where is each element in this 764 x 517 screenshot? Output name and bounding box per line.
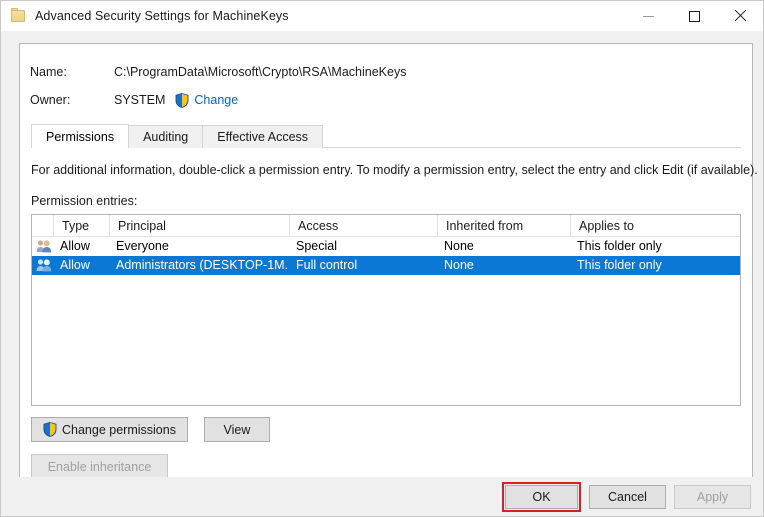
list-header-row: Type Principal Access Inherited from App… [32, 215, 740, 237]
column-header-icon[interactable] [32, 215, 54, 237]
cell-principal: Administrators (DESKTOP-1M... [108, 256, 288, 275]
folder-icon [11, 8, 27, 24]
column-header-principal[interactable]: Principal [110, 215, 290, 237]
tab-strip: Permissions Auditing Effective Access [20, 124, 752, 148]
ok-button-highlight: OK [502, 482, 581, 512]
owner-value: SYSTEM [114, 93, 165, 107]
title-bar: Advanced Security Settings for MachineKe… [1, 1, 763, 31]
ok-button[interactable]: OK [505, 485, 578, 509]
column-header-inherited-from[interactable]: Inherited from [438, 215, 571, 237]
view-button[interactable]: View [204, 417, 270, 442]
cell-type: Allow [52, 256, 108, 275]
cancel-button[interactable]: Cancel [589, 485, 666, 509]
users-group-icon [36, 239, 52, 254]
uac-shield-icon [175, 93, 189, 108]
change-permissions-label: Change permissions [62, 423, 176, 437]
cell-inherited-from: None [436, 237, 569, 256]
info-text: For additional information, double-click… [31, 163, 741, 177]
table-row[interactable]: Allow Administrators (DESKTOP-1M... Full… [32, 256, 740, 275]
name-label: Name: [30, 65, 114, 79]
maximize-icon[interactable] [671, 1, 717, 31]
column-header-applies-to[interactable]: Applies to [571, 215, 741, 237]
permission-entries-label: Permission entries: [31, 194, 741, 208]
content-panel: Name: C:\ProgramData\Microsoft\Crypto\RS… [19, 43, 753, 479]
cell-access: Special [288, 237, 436, 256]
enable-inheritance-button[interactable]: Enable inheritance [31, 454, 168, 479]
close-icon[interactable] [717, 1, 763, 31]
permissions-tab-panel: For additional information, double-click… [20, 163, 752, 479]
name-value: C:\ProgramData\Microsoft\Crypto\RSA\Mach… [114, 65, 406, 79]
owner-label: Owner: [30, 93, 114, 107]
column-header-access[interactable]: Access [290, 215, 438, 237]
name-field-row: Name: C:\ProgramData\Microsoft\Crypto\RS… [30, 62, 752, 82]
advanced-security-settings-dialog: Advanced Security Settings for MachineKe… [0, 0, 764, 517]
window-title: Advanced Security Settings for MachineKe… [35, 9, 289, 23]
tab-auditing[interactable]: Auditing [128, 125, 203, 148]
cell-type: Allow [52, 237, 108, 256]
tab-permissions[interactable]: Permissions [31, 124, 129, 148]
change-permissions-button[interactable]: Change permissions [31, 417, 188, 442]
cell-inherited-from: None [436, 256, 569, 275]
users-group-icon [36, 258, 52, 273]
cell-access: Full control [288, 256, 436, 275]
apply-button[interactable]: Apply [674, 485, 751, 509]
change-owner-link[interactable]: Change [194, 93, 238, 107]
caption-buttons [625, 1, 763, 31]
tab-effective-access[interactable]: Effective Access [202, 125, 323, 148]
minimize-icon[interactable] [625, 1, 671, 31]
cell-applies-to: This folder only [569, 237, 741, 256]
table-row[interactable]: Allow Everyone Special None This folder … [32, 237, 740, 256]
cell-principal: Everyone [108, 237, 288, 256]
dialog-footer: OK Cancel Apply [1, 477, 763, 516]
uac-shield-icon [43, 422, 57, 437]
permission-entries-list[interactable]: Type Principal Access Inherited from App… [31, 214, 741, 406]
cell-applies-to: This folder only [569, 256, 741, 275]
owner-field-row: Owner: SYSTEM Change [30, 90, 752, 110]
list-actions-row: Change permissions View [31, 417, 741, 442]
column-header-type[interactable]: Type [54, 215, 110, 237]
